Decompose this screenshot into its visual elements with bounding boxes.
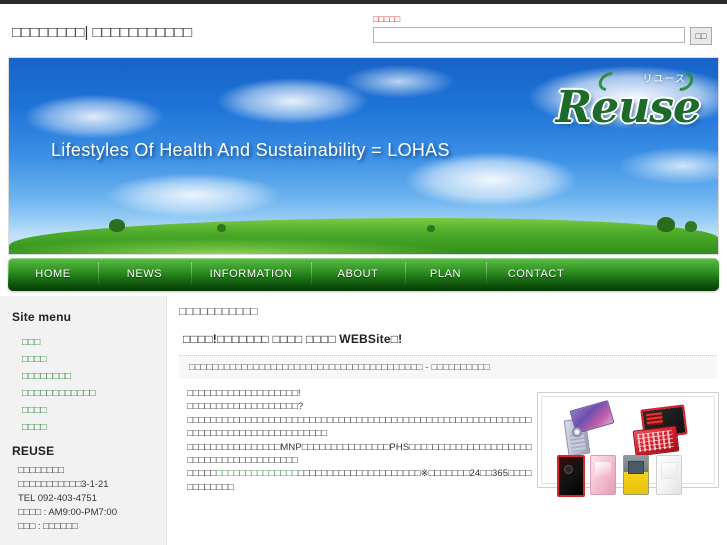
site-header: □□□□□□□□| □□□□□□□□□□□ □□□□□ □□: [0, 4, 727, 56]
note-mark-icon: ※: [420, 468, 429, 480]
content-subtitle: □□□□!□□□□□□□ □□□□ □□□□ WEBSite□!: [183, 332, 403, 346]
body-link-post: □□□□□□□□□□□□□□□□□□□□□: [297, 468, 421, 480]
nav-item-label: PLAN: [429, 268, 462, 280]
sidebar-menu-heading: Site menu: [12, 310, 72, 324]
page-root: □□□□□□□□| □□□□□□□□□□□ □□□□□ □□ Lifestyle…: [0, 0, 727, 545]
nav-separator: [311, 262, 312, 287]
sidebar-item-2[interactable]: □□□□: [0, 351, 166, 368]
body-line-4: □□□□□□□□□□□□□□□□MNP□□□□□□□□□□□□□□□PHS□□□…: [187, 441, 535, 468]
sidebar-item-5[interactable]: □□□□: [0, 402, 166, 419]
address-line-1: □□□□□□□□: [18, 465, 64, 476]
sidebar-company-heading: REUSE: [12, 444, 55, 458]
body-mnp-term: MNP: [280, 441, 302, 453]
nav-item-label: CONTACT: [507, 268, 565, 280]
nav-separator: [191, 262, 192, 287]
address-line-2: □□□□□□□□□□□3-1-21: [18, 479, 109, 490]
tree-icon: [109, 219, 125, 232]
nav-item-label: HOME: [35, 268, 71, 280]
nav-separator: [8, 262, 9, 287]
nav-item-information[interactable]: INFORMATION: [191, 258, 311, 291]
address-line-holiday: □□□ : □□□□□□: [18, 521, 78, 532]
search-input[interactable]: [373, 27, 685, 43]
search-label: □□□□□: [373, 14, 401, 24]
nav-separator: [486, 262, 487, 287]
body-mnp-mid: □□□□□□□□□□□□□□□: [301, 441, 390, 453]
nav-item-label: ABOUT: [337, 268, 379, 280]
sidebar-item-1[interactable]: □□□: [0, 334, 166, 351]
body-line-1: □□□□□□□□□□□□□□□□□□□!: [187, 388, 301, 399]
body-mnp-pre: □□□□□□□□□□□□□□□□: [187, 441, 281, 453]
body-note-pre: □□□□□□□: [428, 468, 470, 480]
hero-tagline: Lifestyles Of Health And Sustainability …: [51, 140, 450, 160]
phones-image-inner: [541, 396, 715, 497]
address-line-hours: □□□□ : AM9:00-PM7:00: [18, 507, 117, 518]
tree-icon: [685, 221, 697, 232]
sidebar-address-block: □□□□□□□□ □□□□□□□□□□□3-1-21 TEL 092-403-4…: [18, 464, 166, 534]
bar-phone-red-black-icon: [557, 455, 585, 497]
address-line-tel: TEL 092-403-4751: [18, 493, 97, 504]
body-inline-link[interactable]: □□□□□□□□□□□□□□: [216, 468, 298, 479]
body-note-24: 24: [469, 468, 481, 480]
bar-phone-gray-yellow-icon: [623, 455, 649, 495]
bar-phone-pink-icon: [590, 455, 616, 495]
flip-phone-keypad-icon: [632, 425, 680, 457]
search-button[interactable]: □□: [690, 27, 712, 45]
body-note-365: 365: [491, 468, 509, 480]
body-line-5: □□□□□□□□□□□□□□□□□□□□□□□□□□□□□□□□□□□□□□□□…: [187, 467, 535, 494]
logo-wordmark: Reuse: [555, 82, 701, 133]
body-phs-term: PHS: [389, 441, 410, 453]
hero-banner: Lifestyles Of Health And Sustainability …: [8, 57, 719, 255]
phones-image-panel: [537, 392, 719, 497]
nav-item-news[interactable]: NEWS: [98, 258, 191, 291]
content-body: □□□□□□□□□□□□□□□□□□□! □□□□□□□□□□□□□□□□□□□…: [187, 387, 535, 494]
search-row: □□: [373, 27, 718, 45]
body-link-pre: □□□□□: [187, 468, 217, 480]
sidebar-menu-list: □□□ □□□□ □□□□□□□□ □□□□□□□□□□□□ □□□□ □□□□: [0, 334, 166, 436]
tree-icon: [217, 224, 226, 232]
nav-item-label: INFORMATION: [209, 268, 293, 280]
content-area: □□□□□□□□□□□ □□□□!□□□□□□□ □□□□ □□□□ WEBSi…: [167, 296, 727, 545]
body-line-3: □□□□□□□□□□□□□□□□□□□□□□□□□□□□□□□□□□□□□□□□…: [187, 414, 532, 440]
nav-item-label: NEWS: [126, 268, 163, 280]
tree-icon: [427, 225, 435, 232]
nav-item-contact[interactable]: CONTACT: [486, 258, 586, 291]
content-info-bar: □□□□□□□□□□□□□□□□□□□□□□□□□□□□□□□□□□□□□□□□…: [179, 355, 717, 379]
sidebar-item-6[interactable]: □□□□: [0, 419, 166, 436]
nav-separator: [98, 262, 99, 287]
body-line-2: □□□□□□□□□□□□□□□□□□□?: [187, 401, 304, 413]
sidebar-item-3[interactable]: □□□□□□□□: [0, 368, 166, 385]
nav-item-home[interactable]: HOME: [8, 258, 98, 291]
site-title: □□□□□□□□| □□□□□□□□□□□: [12, 24, 193, 41]
nav-item-about[interactable]: ABOUT: [311, 258, 405, 291]
nav-item-plan[interactable]: PLAN: [405, 258, 486, 291]
bar-phone-white-icon: [656, 455, 682, 495]
main-navigation: HOME NEWS INFORMATION ABOUT PLAN CONTACT: [8, 258, 719, 291]
search-area: □□□□□ □□: [373, 14, 718, 45]
sidebar-item-4[interactable]: □□□□□□□□□□□□: [0, 385, 166, 402]
content-title: □□□□□□□□□□□: [179, 306, 258, 318]
main-area: Site menu □□□ □□□□ □□□□□□□□ □□□□□□□□□□□□…: [0, 296, 727, 545]
site-logo[interactable]: リユース Reuse: [524, 68, 704, 136]
sidebar: Site menu □□□ □□□□ □□□□□□□□ □□□□□□□□□□□□…: [0, 296, 167, 545]
nav-separator: [405, 262, 406, 287]
body-note-mid: □□: [480, 468, 492, 480]
tree-icon: [657, 217, 675, 232]
